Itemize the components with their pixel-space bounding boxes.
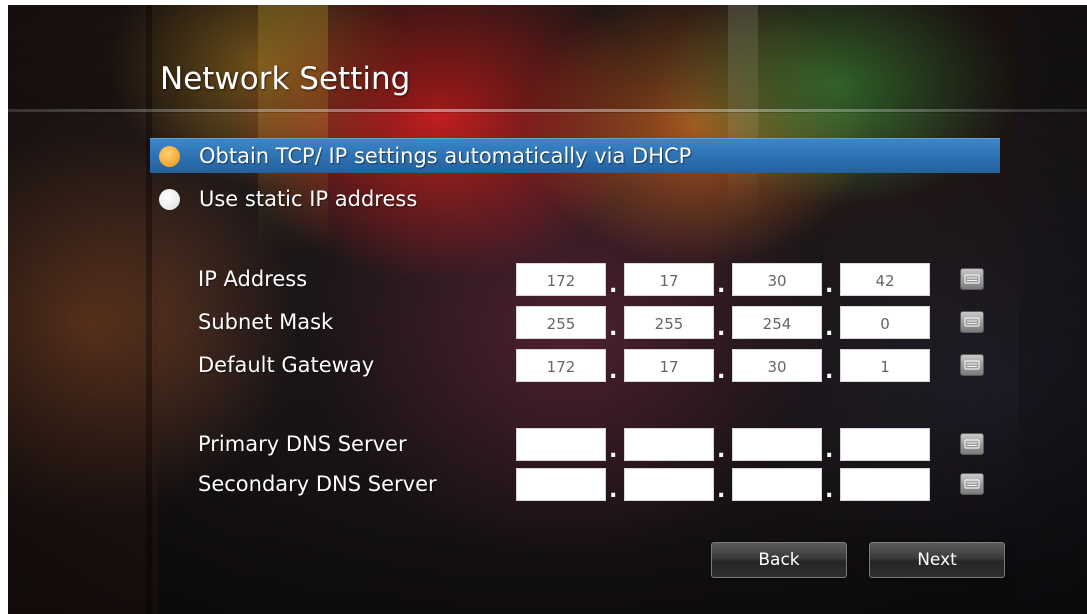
- octet-separator: .: [609, 478, 618, 503]
- network-setting-screen: Network Setting Obtain TCP/ IP settings …: [8, 5, 1087, 614]
- keyboard-icon: [964, 317, 980, 327]
- default-gateway-octet-3[interactable]: 30: [732, 349, 822, 382]
- keyboard-icon: [964, 274, 980, 284]
- subnet-mask-octet-2[interactable]: 255: [624, 306, 714, 339]
- octet-separator: .: [717, 478, 726, 503]
- radio-selected-icon: [159, 145, 180, 167]
- octet-separator: .: [609, 273, 618, 298]
- back-button[interactable]: Back: [711, 542, 847, 578]
- primary-dns-octet-1[interactable]: [516, 428, 606, 461]
- primary-dns-keyboard-button[interactable]: [960, 433, 984, 455]
- secondary-dns-octet-1[interactable]: [516, 468, 606, 501]
- secondary-dns-label: Secondary DNS Server: [198, 472, 437, 496]
- ip-address-octet-3[interactable]: 30: [732, 263, 822, 296]
- subnet-mask-label: Subnet Mask: [198, 310, 334, 334]
- octet-separator: .: [717, 359, 726, 384]
- dhcp-option[interactable]: Obtain TCP/ IP settings automatically vi…: [150, 138, 1000, 173]
- default-gateway-label: Default Gateway: [198, 353, 375, 377]
- octet-separator: .: [717, 438, 726, 463]
- primary-dns-octet-3[interactable]: [732, 428, 822, 461]
- octet-separator: .: [609, 438, 618, 463]
- octet-separator: .: [717, 316, 726, 341]
- primary-dns-octet-4[interactable]: [840, 428, 930, 461]
- header-divider: [8, 109, 1087, 112]
- octet-separator: .: [609, 359, 618, 384]
- ip-address-octet-2[interactable]: 17: [624, 263, 714, 296]
- keyboard-icon: [964, 360, 980, 370]
- default-gateway-keyboard-button[interactable]: [960, 354, 984, 376]
- ip-address-octet-4[interactable]: 42: [840, 263, 930, 296]
- static-ip-option-label: Use static IP address: [199, 187, 418, 211]
- octet-separator: .: [825, 359, 834, 384]
- secondary-dns-octet-4[interactable]: [840, 468, 930, 501]
- subnet-mask-keyboard-button[interactable]: [960, 311, 984, 333]
- octet-separator: .: [825, 438, 834, 463]
- default-gateway-octet-1[interactable]: 172: [516, 349, 606, 382]
- page-title: Network Setting: [160, 61, 411, 97]
- octet-separator: .: [717, 273, 726, 298]
- secondary-dns-keyboard-button[interactable]: [960, 473, 984, 495]
- next-button[interactable]: Next: [869, 542, 1005, 578]
- octet-separator: .: [825, 273, 834, 298]
- octet-separator: .: [825, 478, 834, 503]
- static-ip-option[interactable]: Use static IP address: [150, 182, 417, 216]
- octet-separator: .: [609, 316, 618, 341]
- subnet-mask-octet-3[interactable]: 254: [732, 306, 822, 339]
- ip-address-label: IP Address: [198, 267, 308, 291]
- secondary-dns-octet-2[interactable]: [624, 468, 714, 501]
- subnet-mask-octet-4[interactable]: 0: [840, 306, 930, 339]
- primary-dns-label: Primary DNS Server: [198, 432, 407, 456]
- default-gateway-octet-4[interactable]: 1: [840, 349, 930, 382]
- radio-unselected-icon: [159, 188, 180, 210]
- default-gateway-octet-2[interactable]: 17: [624, 349, 714, 382]
- primary-dns-octet-2[interactable]: [624, 428, 714, 461]
- ip-address-keyboard-button[interactable]: [960, 268, 984, 290]
- secondary-dns-octet-3[interactable]: [732, 468, 822, 501]
- keyboard-icon: [964, 439, 980, 449]
- dhcp-option-label: Obtain TCP/ IP settings automatically vi…: [199, 144, 692, 168]
- keyboard-icon: [964, 479, 980, 489]
- subnet-mask-octet-1[interactable]: 255: [516, 306, 606, 339]
- ip-address-octet-1[interactable]: 172: [516, 263, 606, 296]
- octet-separator: .: [825, 316, 834, 341]
